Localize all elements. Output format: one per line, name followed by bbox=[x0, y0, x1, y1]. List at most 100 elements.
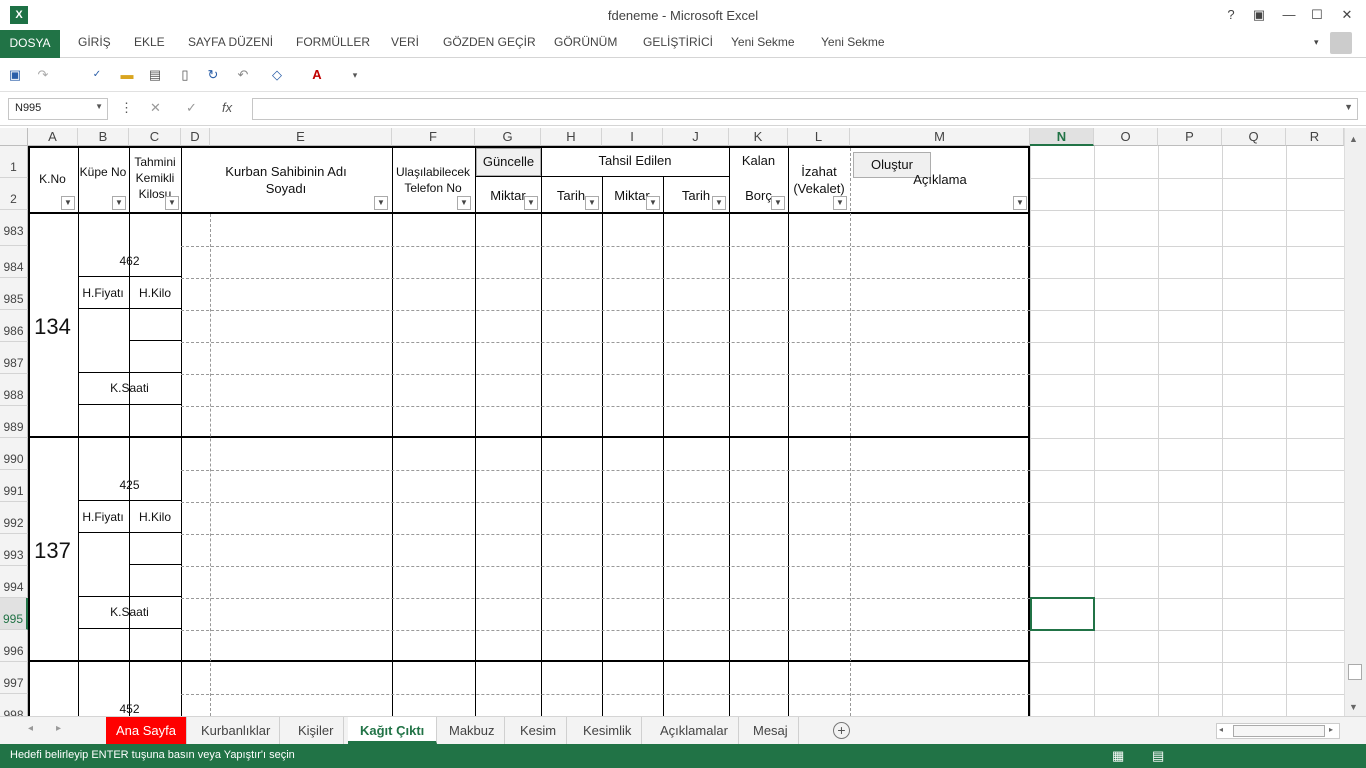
filter-dropdown-icon[interactable]: ▼ bbox=[457, 196, 471, 210]
formula-input[interactable]: ▼ bbox=[252, 98, 1358, 120]
filter-dropdown-icon[interactable]: ▼ bbox=[524, 196, 538, 210]
tab-page-layout[interactable]: SAYFA DÜZENİ bbox=[188, 35, 273, 49]
scroll-down-icon[interactable]: ▼ bbox=[1349, 702, 1358, 712]
add-sheet-icon[interactable]: + bbox=[833, 722, 850, 739]
tab-data[interactable]: VERİ bbox=[391, 35, 419, 49]
scroll-left-icon[interactable]: ◂ bbox=[1219, 725, 1223, 734]
spelling-icon[interactable]: ✓ bbox=[88, 66, 106, 84]
customize-qat-icon[interactable]: ▾ bbox=[346, 66, 364, 84]
column-header[interactable]: R bbox=[1286, 128, 1344, 146]
page-layout-view-icon[interactable]: ▤ bbox=[1152, 748, 1164, 764]
guncelle-button[interactable]: Güncelle bbox=[476, 148, 541, 176]
scroll-thumb[interactable] bbox=[1348, 664, 1362, 680]
help-icon[interactable]: ? bbox=[1220, 6, 1242, 24]
column-header[interactable]: J bbox=[663, 128, 729, 146]
sheet-tab-aciklamalar[interactable]: Açıklamalar bbox=[650, 717, 739, 744]
column-header[interactable]: K bbox=[729, 128, 788, 146]
column-header[interactable]: P bbox=[1158, 128, 1222, 146]
column-header[interactable]: F bbox=[392, 128, 475, 146]
insert-function-icon[interactable]: fx bbox=[222, 100, 232, 115]
filter-dropdown-icon[interactable]: ▼ bbox=[771, 196, 785, 210]
tab-scroll-left-icon[interactable]: ◂ bbox=[28, 723, 33, 734]
close-button[interactable]: ✕ bbox=[1336, 6, 1358, 24]
row-header[interactable]: 986 bbox=[0, 310, 28, 342]
column-header[interactable]: I bbox=[602, 128, 663, 146]
tab-new-2[interactable]: Yeni Sekme bbox=[821, 35, 885, 49]
row-header[interactable]: 2 bbox=[0, 178, 28, 210]
vertical-scrollbar[interactable]: ▲ ▼ bbox=[1344, 128, 1366, 716]
ribbon-collapse-icon[interactable]: ▾ bbox=[1314, 37, 1319, 48]
column-header[interactable]: D bbox=[181, 128, 210, 146]
filter-dropdown-icon[interactable]: ▼ bbox=[833, 196, 847, 210]
scroll-up-icon[interactable]: ▲ bbox=[1349, 134, 1358, 144]
tab-scroll-right-icon[interactable]: ▸ bbox=[56, 723, 61, 734]
scroll-right-icon[interactable]: ▸ bbox=[1329, 725, 1333, 734]
worksheet-grid[interactable]: ABCDEFGHIJKLMNOPQR 1 2 983 984 985 986 987 988 9… bbox=[0, 128, 1344, 716]
filter-dropdown-icon[interactable]: ▼ bbox=[712, 196, 726, 210]
sheet-tab-kesimlik[interactable]: Kesimlik bbox=[573, 717, 643, 744]
column-header[interactable]: H bbox=[541, 128, 602, 146]
confirm-entry-icon[interactable]: ✓ bbox=[186, 100, 197, 116]
filter-dropdown-icon[interactable]: ▼ bbox=[585, 196, 599, 210]
column-header[interactable]: Q bbox=[1222, 128, 1286, 146]
tab-home[interactable]: GİRİŞ bbox=[78, 35, 111, 49]
name-box[interactable]: N995 ▼ bbox=[8, 98, 108, 120]
font-color-icon[interactable]: A bbox=[308, 66, 326, 84]
refresh-icon[interactable]: ↻ bbox=[204, 66, 222, 84]
row-header[interactable]: 990 bbox=[0, 438, 28, 470]
row-header[interactable]: 992 bbox=[0, 502, 28, 534]
row-header[interactable]: 993 bbox=[0, 534, 28, 566]
sheet-tab-makbuz[interactable]: Makbuz bbox=[440, 717, 505, 744]
cancel-entry-icon[interactable]: ✕ bbox=[150, 100, 161, 116]
column-header[interactable]: M bbox=[850, 128, 1030, 146]
column-header[interactable]: E bbox=[210, 128, 392, 146]
filter-dropdown-icon[interactable]: ▼ bbox=[646, 196, 660, 210]
row-header[interactable]: 991 bbox=[0, 470, 28, 502]
filter-dropdown-icon[interactable]: ▼ bbox=[165, 196, 179, 210]
minimize-button[interactable]: — bbox=[1278, 6, 1300, 24]
select-all-corner[interactable] bbox=[0, 128, 28, 146]
shapes-icon[interactable]: ◇ bbox=[268, 66, 286, 84]
row-header[interactable]: 983 bbox=[0, 210, 28, 246]
tab-view[interactable]: GÖRÜNÜM bbox=[554, 35, 617, 49]
undo-icon[interactable]: ↶ bbox=[234, 66, 252, 84]
tab-developer[interactable]: GELİŞTİRİCİ bbox=[643, 35, 713, 49]
row-header[interactable]: 1 bbox=[0, 146, 28, 178]
row-header[interactable]: 995 bbox=[0, 598, 28, 630]
row-header[interactable]: 985 bbox=[0, 278, 28, 310]
row-header[interactable]: 997 bbox=[0, 662, 28, 694]
expand-formula-icon[interactable]: ▼ bbox=[1344, 102, 1353, 112]
row-header[interactable]: 989 bbox=[0, 406, 28, 438]
sheet-tab-mesaj[interactable]: Mesaj bbox=[743, 717, 799, 744]
tab-insert[interactable]: EKLE bbox=[134, 35, 165, 49]
user-avatar[interactable] bbox=[1330, 32, 1352, 54]
ribbon-display-options-icon[interactable]: ▣ bbox=[1248, 6, 1270, 24]
tab-review[interactable]: GÖZDEN GEÇİR bbox=[443, 35, 536, 49]
filter-dropdown-icon[interactable]: ▼ bbox=[1013, 196, 1027, 210]
column-header[interactable]: G bbox=[475, 128, 541, 146]
column-header[interactable]: N bbox=[1030, 128, 1094, 146]
sheet-tab-kurbanliklar[interactable]: Kurbanlıklar bbox=[192, 717, 281, 744]
filter-dropdown-icon[interactable]: ▼ bbox=[374, 196, 388, 210]
new-document-icon[interactable]: ▯ bbox=[176, 66, 194, 84]
row-header[interactable]: 996 bbox=[0, 630, 28, 662]
redo-icon[interactable]: ↷ bbox=[34, 66, 52, 84]
row-header[interactable]: 994 bbox=[0, 566, 28, 598]
maximize-button[interactable]: ☐ bbox=[1306, 6, 1328, 24]
save-icon[interactable]: ▣ bbox=[6, 66, 24, 84]
tab-file[interactable]: DOSYA bbox=[0, 30, 60, 58]
column-header[interactable]: A bbox=[28, 128, 78, 146]
selected-cell[interactable] bbox=[1030, 597, 1095, 631]
filter-dropdown-icon[interactable]: ▼ bbox=[61, 196, 75, 210]
tab-new-1[interactable]: Yeni Sekme bbox=[731, 35, 795, 49]
sheet-tab-ana-sayfa[interactable]: Ana Sayfa bbox=[106, 717, 187, 744]
more-options-icon[interactable]: ⋮ bbox=[120, 100, 133, 116]
row-header[interactable]: 987 bbox=[0, 342, 28, 374]
open-folder-icon[interactable]: ▬ bbox=[118, 66, 136, 84]
column-header[interactable]: C bbox=[129, 128, 181, 146]
sheet-tab-kagit-cikti[interactable]: Kağıt Çıktı bbox=[348, 717, 438, 744]
column-header[interactable]: B bbox=[78, 128, 129, 146]
row-header[interactable]: 998 bbox=[0, 694, 28, 716]
row-header[interactable]: 988 bbox=[0, 374, 28, 406]
sheet-tab-kisiler[interactable]: Kişiler bbox=[288, 717, 345, 744]
